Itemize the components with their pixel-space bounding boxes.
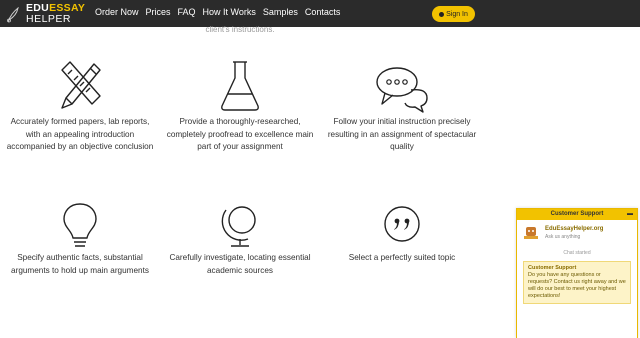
feature-text: Accurately formed papers, lab reports, w… [6, 117, 154, 151]
menu-samples[interactable]: Samples [263, 7, 298, 17]
feature-text: Follow your initial instruction precisel… [327, 117, 477, 151]
agent-subtitle: Ask us anything [545, 234, 581, 240]
customer-support-chat[interactable]: Customer Support ▬ EduEssayHelper.org As… [516, 208, 638, 338]
user-icon [439, 11, 445, 17]
feature-text: Carefully investigate, locating essentia… [169, 253, 311, 275]
menu-how-it-works[interactable]: How It Works [203, 7, 256, 17]
site-logo[interactable]: EDUESSAY HELPER [6, 3, 88, 25]
agent-name: EduEssayHelper.org [545, 226, 604, 232]
chat-started-label: Chat started [563, 250, 591, 256]
feature-research: Provide a thoroughly-researched, complet… [165, 58, 315, 154]
feature-facts: Specify authentic facts, substantial arg… [5, 200, 155, 277]
globe-icon [221, 206, 256, 247]
main-menu: Order Now Prices FAQ How It Works Sample… [95, 7, 347, 17]
sign-in-label: Sign In [446, 10, 468, 18]
chat-message-title: Customer Support [528, 265, 577, 271]
lightbulb-icon [63, 203, 97, 247]
truncated-text: client's instructions. [205, 26, 275, 34]
flask-icon [221, 61, 259, 111]
quill-icon [7, 7, 19, 23]
chat-header[interactable]: Customer Support ▬ [517, 209, 637, 220]
chat-message: Customer Support Do you have any questio… [523, 261, 631, 304]
chat-message-text: Do you have any questions or requests? C… [528, 272, 626, 299]
logo-wordmark-bottom: HELPER [26, 13, 72, 25]
feature-topic: Select a perfectly suited topic [327, 200, 477, 265]
menu-order-now[interactable]: Order Now [95, 7, 139, 17]
menu-faq[interactable]: FAQ [178, 7, 196, 17]
feature-text: Select a perfectly suited topic [348, 253, 456, 262]
chat-agent: EduEssayHelper.org Ask us anything [517, 222, 637, 246]
feature-papers: Accurately formed papers, lab reports, w… [5, 58, 155, 154]
menu-contacts[interactable]: Contacts [305, 7, 341, 17]
chat-title: Customer Support [550, 211, 604, 217]
agent-avatar-icon [524, 227, 538, 239]
feature-text: Specify authentic facts, substantial arg… [11, 253, 149, 275]
quote-icon [384, 206, 420, 242]
sign-in-button[interactable]: Sign In [432, 6, 475, 22]
feature-text: Provide a thoroughly-researched, complet… [166, 117, 314, 151]
minimize-icon[interactable]: ▬ [627, 209, 633, 220]
top-navigation-bar: EDUESSAY HELPER Order Now Prices FAQ How… [0, 0, 640, 27]
feature-instructions: Follow your initial instruction precisel… [327, 58, 477, 154]
menu-prices[interactable]: Prices [146, 7, 171, 17]
feature-sources: Carefully investigate, locating essentia… [165, 200, 315, 277]
chat-bubbles-icon [376, 67, 428, 113]
ruler-pencil-icon [61, 61, 101, 109]
